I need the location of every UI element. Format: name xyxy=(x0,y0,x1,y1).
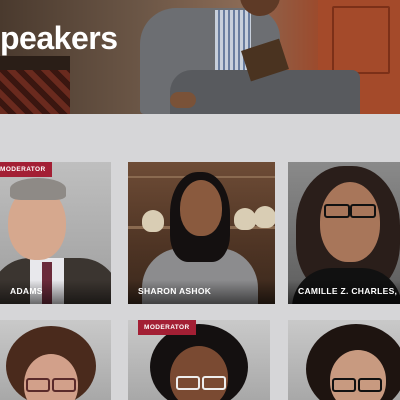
speaker-name: SHARON ASHOK xyxy=(128,280,275,304)
speaker-card[interactable] xyxy=(0,320,111,400)
speaker-card[interactable]: CAMILLE Z. CHARLES, P xyxy=(288,162,400,304)
hero-speaker-hand xyxy=(170,92,196,108)
speaker-card[interactable]: SHARON ASHOK xyxy=(128,162,275,304)
speaker-name xyxy=(128,376,270,400)
hero-banner: peakers xyxy=(0,0,400,114)
speaker-card[interactable] xyxy=(288,320,400,400)
speaker-card[interactable]: MODERATOR ADAMS xyxy=(0,162,111,304)
speaker-name: ADAMS xyxy=(0,280,111,304)
page-title: peakers xyxy=(0,20,118,56)
moderator-badge: MODERATOR xyxy=(0,162,52,177)
speaker-name xyxy=(0,376,111,400)
moderator-badge: MODERATOR xyxy=(138,320,196,335)
speaker-name: CAMILLE Z. CHARLES, P xyxy=(288,280,400,304)
speaker-card[interactable]: MODERATOR xyxy=(128,320,270,400)
hero-chair xyxy=(0,70,70,114)
speaker-name xyxy=(288,376,400,400)
